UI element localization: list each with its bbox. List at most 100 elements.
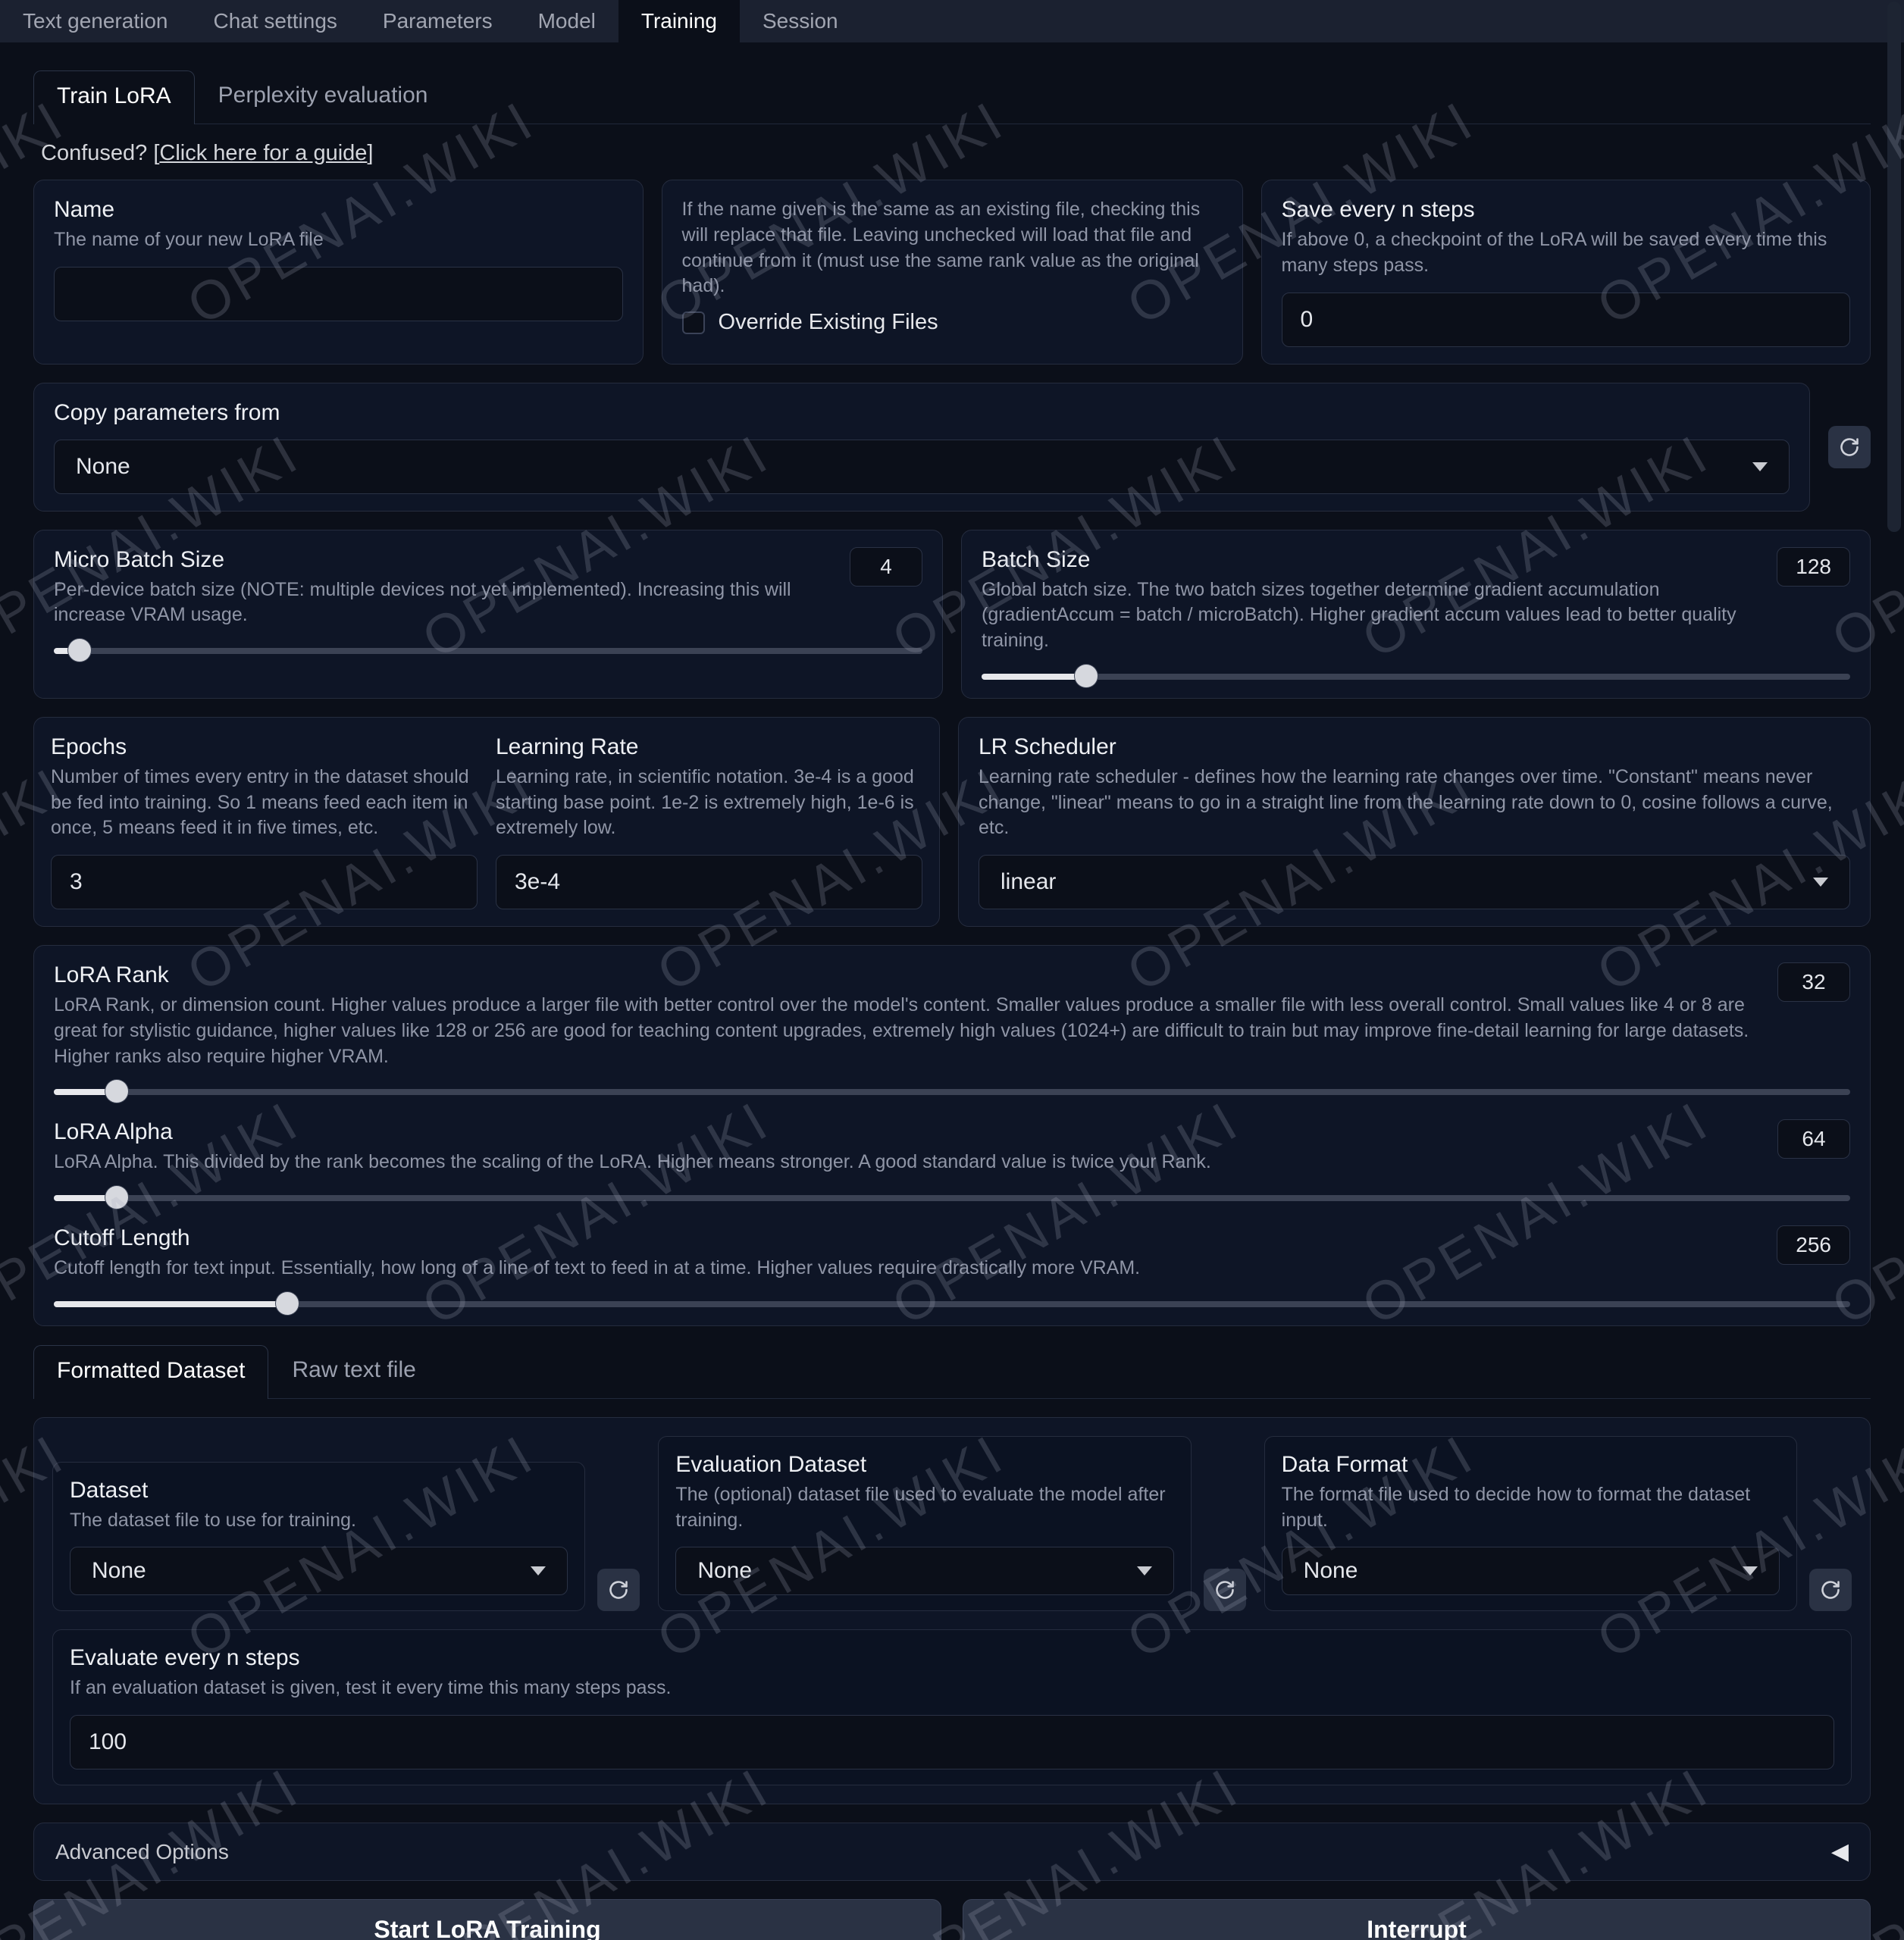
micro-batch-desc: Per-device batch size (NOTE: multiple de…	[54, 577, 836, 629]
micro-batch-slider[interactable]	[54, 645, 922, 656]
save-steps-title: Save every n steps	[1282, 197, 1851, 223]
save-steps-input[interactable]	[1282, 293, 1851, 347]
dataset-title: Dataset	[70, 1478, 568, 1504]
advanced-options-title: Advanced Options	[55, 1840, 229, 1864]
epochs-title: Epochs	[51, 734, 478, 760]
override-label: Override Existing Files	[719, 310, 938, 335]
refresh-icon	[1820, 1579, 1841, 1600]
dataset-card: Dataset The dataset file to use for trai…	[52, 1462, 585, 1612]
copy-params-refresh-button[interactable]	[1828, 426, 1871, 468]
lora-alpha-value[interactable]: 64	[1777, 1119, 1850, 1159]
epochs-desc: Number of times every entry in the datas…	[51, 765, 478, 841]
subtab-train-lora[interactable]: Train LoRA	[33, 70, 195, 124]
eval-dataset-card: Evaluation Dataset The (optional) datase…	[658, 1436, 1191, 1612]
tab-parameters[interactable]: Parameters	[360, 0, 515, 42]
dstab-raw[interactable]: Raw text file	[268, 1344, 439, 1398]
eval-dataset-refresh-button[interactable]	[1204, 1569, 1246, 1611]
lora-alpha-title: LoRA Alpha	[54, 1119, 1764, 1145]
cutoff-value[interactable]: 256	[1777, 1225, 1850, 1265]
lr-input[interactable]	[496, 855, 922, 909]
lora-rank-desc: LoRA Rank, or dimension count. Higher va…	[54, 993, 1764, 1069]
tab-text-generation[interactable]: Text generation	[0, 0, 190, 42]
scheduler-title: LR Scheduler	[979, 734, 1850, 760]
chevron-down-icon	[531, 1566, 546, 1575]
lr-title: Learning Rate	[496, 734, 922, 760]
eval-dataset-dropdown[interactable]: None	[675, 1547, 1173, 1595]
override-checkbox[interactable]	[682, 311, 705, 334]
batch-card: Batch Size Global batch size. The two ba…	[961, 530, 1871, 699]
copy-params-dropdown[interactable]: None	[54, 440, 1790, 494]
batch-value[interactable]: 128	[1777, 547, 1850, 587]
epochs-input[interactable]	[51, 855, 478, 909]
save-steps-desc: If above 0, a checkpoint of the LoRA wil…	[1282, 227, 1851, 279]
micro-batch-title: Micro Batch Size	[54, 547, 836, 573]
intro-text: Confused? [Click here for a guide]	[33, 124, 1871, 180]
batch-desc: Global batch size. The two batch sizes t…	[982, 577, 1763, 654]
batch-slider[interactable]	[982, 671, 1850, 681]
data-format-refresh-button[interactable]	[1809, 1569, 1852, 1611]
name-desc: The name of your new LoRA file	[54, 227, 623, 253]
eval-dataset-title: Evaluation Dataset	[675, 1452, 1173, 1478]
refresh-icon	[1839, 436, 1860, 458]
scheduler-value: linear	[1001, 869, 1056, 895]
eval-dataset-desc: The (optional) dataset file used to eval…	[675, 1482, 1173, 1534]
refresh-icon	[608, 1579, 629, 1600]
override-card: If the name given is the same as an exis…	[662, 180, 1243, 365]
scrollbar-thumb[interactable]	[1887, 2, 1901, 532]
dataset-container: Dataset The dataset file to use for trai…	[33, 1417, 1871, 1804]
tab-training[interactable]: Training	[618, 0, 740, 42]
lora-alpha-desc: LoRA Alpha. This divided by the rank bec…	[54, 1150, 1764, 1175]
data-format-dropdown[interactable]: None	[1282, 1547, 1780, 1595]
copy-params-card: Copy parameters from None	[33, 383, 1810, 512]
lr-desc: Learning rate, in scientific notation. 3…	[496, 765, 922, 841]
dataset-dropdown[interactable]: None	[70, 1547, 568, 1595]
advanced-options-bar[interactable]: Advanced Options ◀	[33, 1823, 1871, 1881]
guide-link[interactable]: Click here for a guide	[159, 141, 367, 165]
eval-steps-input[interactable]	[70, 1715, 1834, 1769]
lr-card: Learning Rate Learning rate, in scientif…	[496, 734, 922, 909]
copy-params-title: Copy parameters from	[54, 400, 1790, 426]
start-training-button[interactable]: Start LoRA Training	[33, 1899, 941, 1940]
cutoff-slider[interactable]	[54, 1298, 1850, 1309]
dataset-value: None	[92, 1558, 146, 1584]
chevron-down-icon	[1137, 1566, 1152, 1575]
page-body: Train LoRA Perplexity evaluation Confuse…	[0, 42, 1904, 1940]
data-format-title: Data Format	[1282, 1452, 1780, 1478]
subtab-perplexity[interactable]: Perplexity evaluation	[195, 70, 452, 124]
tab-model[interactable]: Model	[515, 0, 618, 42]
scheduler-card: LR Scheduler Learning rate scheduler - d…	[958, 717, 1871, 927]
micro-batch-value[interactable]: 4	[850, 547, 922, 587]
intro-suffix: ]	[367, 141, 373, 165]
data-format-value: None	[1304, 1558, 1358, 1584]
data-format-desc: The format file used to decide how to fo…	[1282, 1482, 1780, 1534]
save-steps-card: Save every n steps If above 0, a checkpo…	[1261, 180, 1871, 365]
cutoff-title: Cutoff Length	[54, 1225, 1763, 1251]
epochs-card: Epochs Number of times every entry in th…	[51, 734, 478, 909]
lora-sliders-card: LoRA Rank LoRA Rank, or dimension count.…	[33, 945, 1871, 1326]
chevron-down-icon	[1752, 462, 1768, 471]
intro-prefix: Confused? [	[41, 141, 159, 165]
name-input[interactable]	[54, 267, 623, 321]
tab-chat-settings[interactable]: Chat settings	[190, 0, 359, 42]
scheduler-dropdown[interactable]: linear	[979, 855, 1850, 909]
scheduler-desc: Learning rate scheduler - defines how th…	[979, 765, 1850, 841]
lora-rank-title: LoRA Rank	[54, 962, 1764, 988]
interrupt-button[interactable]: Interrupt	[963, 1899, 1871, 1940]
tab-session[interactable]: Session	[740, 0, 861, 42]
refresh-icon	[1214, 1579, 1235, 1600]
lora-rank-value[interactable]: 32	[1777, 962, 1850, 1002]
dstab-formatted[interactable]: Formatted Dataset	[33, 1345, 268, 1399]
eval-dataset-value: None	[697, 1558, 752, 1584]
lora-rank-slider[interactable]	[54, 1086, 1850, 1097]
dataset-tabs: Formatted Dataset Raw text file	[33, 1344, 1871, 1399]
batch-title: Batch Size	[982, 547, 1763, 573]
eval-steps-card: Evaluate every n steps If an evaluation …	[52, 1629, 1852, 1785]
lora-alpha-slider[interactable]	[54, 1192, 1850, 1203]
chevron-down-icon	[1813, 878, 1828, 887]
override-desc: If the name given is the same as an exis…	[682, 197, 1223, 299]
dataset-refresh-button[interactable]	[597, 1569, 640, 1611]
top-nav: Text generation Chat settings Parameters…	[0, 0, 1904, 42]
triangle-left-icon: ◀	[1831, 1838, 1849, 1865]
micro-batch-card: Micro Batch Size Per-device batch size (…	[33, 530, 943, 699]
sub-tabs: Train LoRA Perplexity evaluation	[33, 70, 1871, 124]
